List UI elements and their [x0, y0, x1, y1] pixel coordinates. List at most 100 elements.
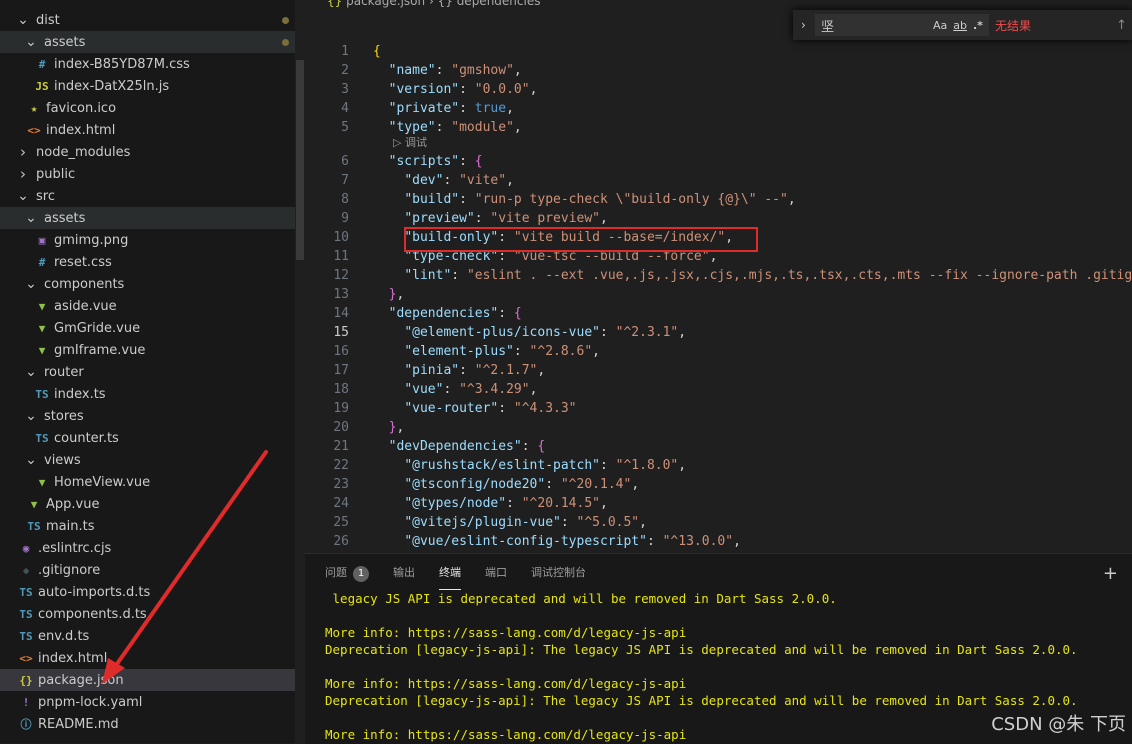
code-token: "^1.8.0"	[615, 458, 679, 473]
code-token: "build"	[404, 192, 460, 207]
code-line[interactable]: 17 "pinia": "^2.1.7",	[305, 361, 1132, 380]
code-line[interactable]: 24 "@types/node": "^20.14.5",	[305, 494, 1132, 513]
code-line[interactable]: 6 "scripts": {	[305, 152, 1132, 171]
line-code: "dev": "vite",	[373, 171, 514, 190]
panel-tab[interactable]: 问题 1	[325, 564, 369, 584]
code-line[interactable]: 25 "@vitejs/plugin-vue": "^5.0.5",	[305, 513, 1132, 532]
explorer-sidebar: ⌄ dist ⌄ assets # index-B85YD87M.css JS index-D…	[0, 0, 305, 743]
tree-item-aside-vue[interactable]: ▼ aside.vue	[0, 295, 305, 317]
code-token: {	[537, 439, 546, 454]
code-line[interactable]: 13 },	[305, 285, 1132, 304]
code-token: ,	[787, 192, 796, 207]
code-line[interactable]: 19 "vue-router": "^4.3.3"	[305, 399, 1132, 418]
code-line[interactable]: 4 "private": true,	[305, 99, 1132, 118]
chevron-right-icon[interactable]: ›	[801, 18, 806, 32]
line-code: "build": "run-p type-check \"build-only …	[373, 190, 796, 209]
tree-item-views[interactable]: ⌄ views	[0, 449, 305, 471]
code-line[interactable]: 7 "dev": "vite",	[305, 171, 1132, 190]
tree-item-stores[interactable]: ⌄ stores	[0, 405, 305, 427]
plus-icon[interactable]: +	[1103, 563, 1118, 584]
tree-item-index-html[interactable]: <> index.html	[0, 119, 305, 141]
tree-item-node-modules[interactable]: › node_modules	[0, 141, 305, 163]
tree-item-label: GmGride.vue	[54, 320, 141, 336]
scrollbar-thumb[interactable]	[296, 60, 304, 260]
tree-item-package-json[interactable]: {} package.json	[0, 669, 305, 691]
tree-item-components[interactable]: ⌄ components	[0, 273, 305, 295]
code-token: "vue-router"	[404, 401, 499, 416]
panel-tab[interactable]: 调试控制台	[531, 564, 586, 584]
match-case-icon[interactable]: Aa	[933, 19, 947, 32]
tree-item-app-vue[interactable]: ▼ App.vue	[0, 493, 305, 515]
tree-item-main-ts[interactable]: TS main.ts	[0, 515, 305, 537]
sidebar-scrollbar[interactable]	[295, 0, 305, 743]
tree-item-env-d-ts[interactable]: TS env.d.ts	[0, 625, 305, 647]
tree-item-index-ts[interactable]: TS index.ts	[0, 383, 305, 405]
code-line[interactable]: 2 "name": "gmshow",	[305, 61, 1132, 80]
tree-item--gitignore[interactable]: ◆ .gitignore	[0, 559, 305, 581]
tree-item-gmiframe-vue[interactable]: ▼ gmIframe.vue	[0, 339, 305, 361]
code-token: "module"	[451, 120, 514, 135]
code-token: "dependencies"	[388, 306, 499, 321]
code-line[interactable]: 16 "element-plus": "^2.8.6",	[305, 342, 1132, 361]
tree-item-index-datx25ln-js[interactable]: JS index-DatX25ln.js	[0, 75, 305, 97]
code-line[interactable]: 22 "@rushstack/eslint-patch": "^1.8.0",	[305, 456, 1132, 475]
arrow-up-icon[interactable]: ↑	[1116, 18, 1127, 33]
tree-item-dist[interactable]: ⌄ dist	[0, 9, 305, 31]
tree-item-components-d-ts[interactable]: TS components.d.ts	[0, 603, 305, 625]
tree-item-index-b85yd87m-css[interactable]: # index-B85YD87M.css	[0, 53, 305, 75]
breadcrumb-section[interactable]: dependencies	[457, 0, 541, 8]
breadcrumb-file[interactable]: package.json	[346, 0, 425, 8]
code-editor[interactable]: {} package.json › {} dependencies 1{2 "n…	[305, 0, 1132, 553]
code-token: "^20.14.5"	[521, 496, 600, 511]
tree-item-router[interactable]: ⌄ router	[0, 361, 305, 383]
code-line[interactable]: 1{	[305, 42, 1132, 61]
tree-item-readme-md[interactable]: ⓘ README.md	[0, 713, 305, 735]
code-token: :	[545, 477, 561, 492]
line-code: "name": "gmshow",	[373, 61, 522, 80]
tree-item-label: src	[36, 188, 55, 204]
ts-file-icon: TS	[19, 607, 33, 621]
tree-item-gmimg-png[interactable]: ▣ gmimg.png	[0, 229, 305, 251]
tree-item-pnpm-lock-yaml[interactable]: ! pnpm-lock.yaml	[0, 691, 305, 713]
panel-tab[interactable]: 输出	[393, 564, 415, 584]
code-token: "vite preview"	[490, 211, 600, 226]
tree-item-src[interactable]: ⌄ src	[0, 185, 305, 207]
regex-icon[interactable]: .*	[973, 19, 983, 32]
panel-tab[interactable]: 端口	[485, 564, 507, 584]
code-line[interactable]: 21 "devDependencies": {	[305, 437, 1132, 456]
tree-item-assets[interactable]: ⌄ assets	[0, 207, 305, 229]
tree-item-favicon-ico[interactable]: ★ favicon.ico	[0, 97, 305, 119]
tree-item-auto-imports-d-ts[interactable]: TS auto-imports.d.ts	[0, 581, 305, 603]
match-word-icon[interactable]: ab	[953, 19, 967, 32]
code-line[interactable]: 12 "lint": "eslint . --ext .vue,.js,.jsx…	[305, 266, 1132, 285]
code-line[interactable]: 15 "@element-plus/icons-vue": "^2.3.1",	[305, 323, 1132, 342]
tree-item-homeview-vue[interactable]: ▼ HomeView.vue	[0, 471, 305, 493]
line-code: "private": true,	[373, 99, 514, 118]
tree-item-index-html[interactable]: <> index.html	[0, 647, 305, 669]
code-line[interactable]: 8 "build": "run-p type-check \"build-onl…	[305, 190, 1132, 209]
code-line[interactable]: 18 "vue": "^3.4.29",	[305, 380, 1132, 399]
tree-item-gmgride-vue[interactable]: ▼ GmGride.vue	[0, 317, 305, 339]
tree-item-public[interactable]: › public	[0, 163, 305, 185]
code-token: ,	[600, 211, 608, 226]
code-line[interactable]: 9 "preview": "vite preview",	[305, 209, 1132, 228]
code-line[interactable]: 20 },	[305, 418, 1132, 437]
code-line[interactable]: 26 "@vue/eslint-config-typescript": "^13…	[305, 532, 1132, 551]
tree-item-reset-css[interactable]: # reset.css	[0, 251, 305, 273]
code-token: ,	[678, 458, 687, 473]
tree-item-counter-ts[interactable]: TS counter.ts	[0, 427, 305, 449]
code-line[interactable]: 23 "@tsconfig/node20": "^20.1.4",	[305, 475, 1132, 494]
panel-tab[interactable]: 终端	[439, 564, 461, 590]
tree-item-assets[interactable]: ⌄ assets	[0, 31, 305, 53]
code-line[interactable]: 14 "dependencies": {	[305, 304, 1132, 323]
find-widget: › 坚 Aa ab .* 无结果 ↑	[793, 10, 1132, 40]
code-line[interactable]: 5 "type": "module",	[305, 118, 1132, 137]
code-token: ,	[506, 173, 514, 188]
code-line[interactable]: 3 "version": "0.0.0",	[305, 80, 1132, 99]
debug-codelens[interactable]: ▷ 调试	[393, 136, 427, 150]
tree-item--eslintrc-cjs[interactable]: ◉ .eslintrc.cjs	[0, 537, 305, 559]
